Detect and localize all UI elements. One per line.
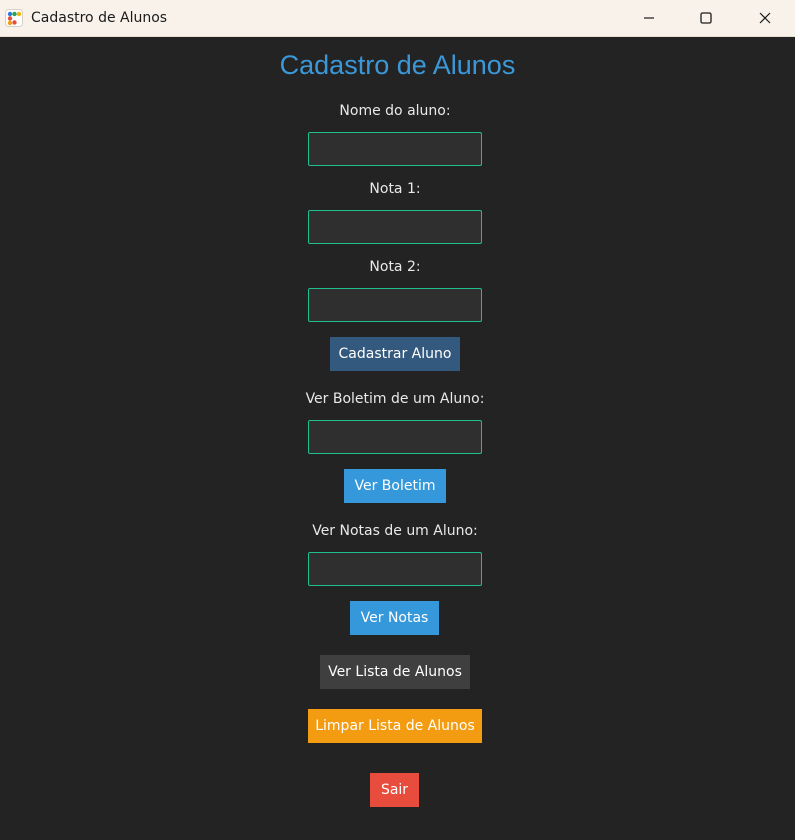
nome-input[interactable]: [308, 132, 482, 166]
close-icon: [759, 12, 771, 24]
sair-button[interactable]: Sair: [370, 773, 419, 807]
form-panel: Cadastro de Alunos Nome do aluno: Nota 1…: [0, 37, 795, 840]
nota2-input[interactable]: [308, 288, 482, 322]
boletim-input[interactable]: [308, 420, 482, 454]
close-button[interactable]: [742, 0, 788, 36]
window-title: Cadastro de Alunos: [31, 10, 168, 26]
app-icon: [5, 9, 23, 27]
nota1-label: Nota 1:: [369, 181, 421, 197]
boletim-label: Ver Boletim de um Aluno:: [305, 391, 485, 407]
app-window: Cadastro de Alunos Cadastro de Alunos No…: [0, 0, 795, 840]
ver-lista-alunos-button[interactable]: Ver Lista de Alunos: [320, 655, 470, 689]
nome-label: Nome do aluno:: [339, 103, 451, 119]
nota1-input[interactable]: [308, 210, 482, 244]
notas-label: Ver Notas de um Aluno:: [312, 523, 478, 539]
ver-boletim-button[interactable]: Ver Boletim: [344, 469, 446, 503]
minimize-icon: [643, 12, 655, 24]
limpar-lista-button[interactable]: Limpar Lista de Alunos: [308, 709, 482, 743]
minimize-button[interactable]: [626, 0, 672, 36]
title-bar: Cadastro de Alunos: [0, 0, 795, 37]
maximize-button[interactable]: [683, 0, 729, 36]
maximize-icon: [700, 12, 712, 24]
nota2-label: Nota 2:: [369, 259, 421, 275]
cadastrar-aluno-button[interactable]: Cadastrar Aluno: [330, 337, 460, 371]
ver-notas-button[interactable]: Ver Notas: [350, 601, 439, 635]
notas-input[interactable]: [308, 552, 482, 586]
page-title: Cadastro de Alunos: [279, 50, 516, 80]
